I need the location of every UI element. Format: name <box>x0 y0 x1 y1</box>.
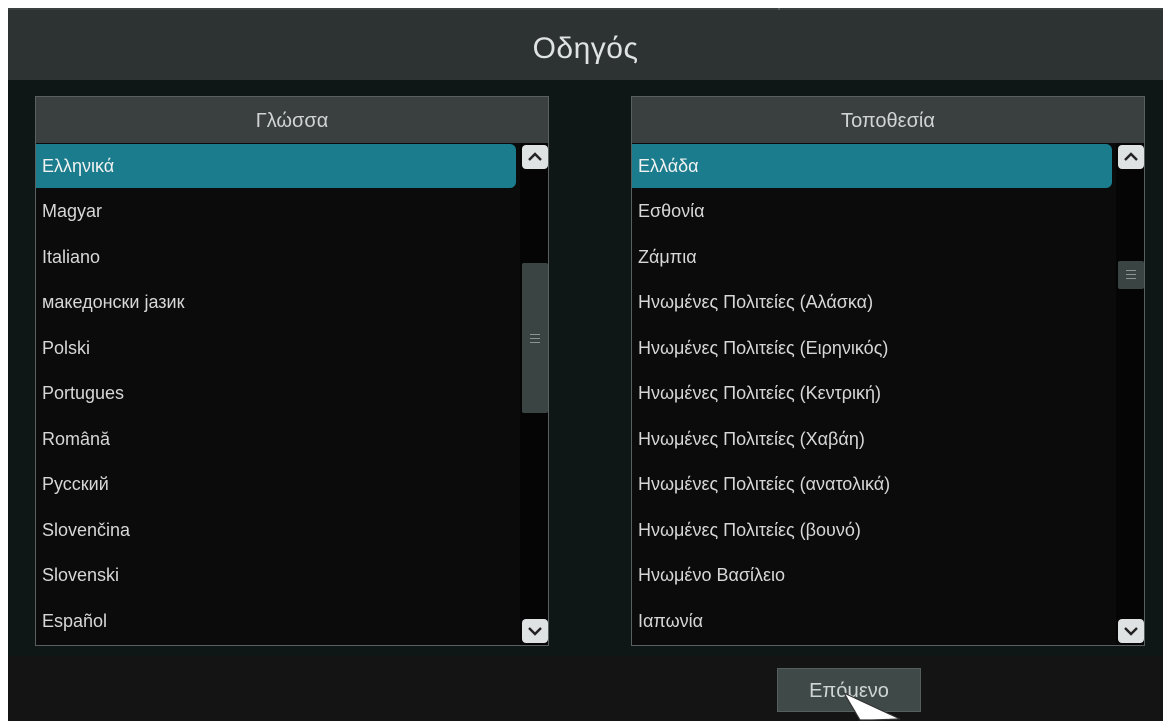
window-title: Οδηγός <box>532 32 639 65</box>
scroll-up-button[interactable] <box>522 145 548 169</box>
scroll-thumb[interactable] <box>1118 261 1144 289</box>
location-panel-header: Τοποθεσία <box>632 97 1144 143</box>
language-panel: Γλώσσα Ελληνικά Magyar Italiano македонс… <box>35 96 549 646</box>
language-list[interactable]: Ελληνικά Magyar Italiano македонски јази… <box>36 143 516 645</box>
location-item[interactable]: Ηνωμένες Πολιτείες (βουνό) <box>632 508 1112 552</box>
grip-icon <box>1126 270 1136 279</box>
location-item[interactable]: Ελλάδα <box>632 144 1112 188</box>
location-list[interactable]: Ελλάδα Εσθονία Ζάμπια Ηνωμένες Πολιτείες… <box>632 143 1112 645</box>
chevron-down-icon <box>528 627 542 636</box>
location-item[interactable]: Ηνωμένες Πολιτείες (Αλάσκα) <box>632 280 1112 324</box>
scroll-up-button[interactable] <box>1118 145 1144 169</box>
chevron-up-icon <box>528 152 542 161</box>
location-item[interactable]: Ηνωμένες Πολιτείες (Χαβάη) <box>632 417 1112 461</box>
language-item[interactable]: Portugues <box>36 371 516 415</box>
title-bar: Οδηγός <box>8 10 1163 80</box>
wizard-content: Γλώσσα Ελληνικά Magyar Italiano македонс… <box>8 80 1163 656</box>
language-item[interactable]: Italiano <box>36 235 516 279</box>
language-item[interactable]: Slovenčina <box>36 508 516 552</box>
mouse-pointer-icon <box>842 692 901 721</box>
location-item[interactable]: Ζάμπια <box>632 235 1112 279</box>
wizard-footer: Επόμενο <box>8 656 1163 721</box>
scroll-down-button[interactable] <box>1118 619 1144 643</box>
location-item[interactable]: Εσθονία <box>632 189 1112 233</box>
language-item[interactable]: Русский <box>36 462 516 506</box>
language-item[interactable]: Magyar <box>36 189 516 233</box>
language-item[interactable]: Ελληνικά <box>36 144 516 188</box>
location-item[interactable]: Ηνωμένο Βασίλειο <box>632 553 1112 597</box>
language-item[interactable]: Slovenski <box>36 553 516 597</box>
language-panel-header: Γλώσσα <box>36 97 548 143</box>
language-item[interactable]: македонски јазик <box>36 280 516 324</box>
location-panel: Τοποθεσία Ελλάδα Εσθονία Ζάμπια Ηνωμένες… <box>631 96 1145 646</box>
location-item[interactable]: Ηνωμένες Πολιτείες (ανατολικά) <box>632 462 1112 506</box>
language-item[interactable]: Română <box>36 417 516 461</box>
location-scrollbar[interactable] <box>1116 143 1144 645</box>
wizard-screen: Οδηγός Γλώσσα Ελληνικά Magyar Italiano м… <box>8 8 1163 721</box>
scroll-down-button[interactable] <box>522 619 548 643</box>
location-item[interactable]: Ιαπωνία <box>632 599 1112 643</box>
chevron-down-icon <box>1124 627 1138 636</box>
grip-icon <box>530 334 540 343</box>
language-item[interactable]: Polski <box>36 326 516 370</box>
scroll-thumb[interactable] <box>522 263 548 413</box>
chevron-up-icon <box>1124 152 1138 161</box>
location-item[interactable]: Ηνωμένες Πολιτείες (Ειρηνικός) <box>632 326 1112 370</box>
language-item[interactable]: Español <box>36 599 516 643</box>
location-item[interactable]: Ηνωμένες Πολιτείες (Κεντρική) <box>632 371 1112 415</box>
language-scrollbar[interactable] <box>520 143 548 645</box>
